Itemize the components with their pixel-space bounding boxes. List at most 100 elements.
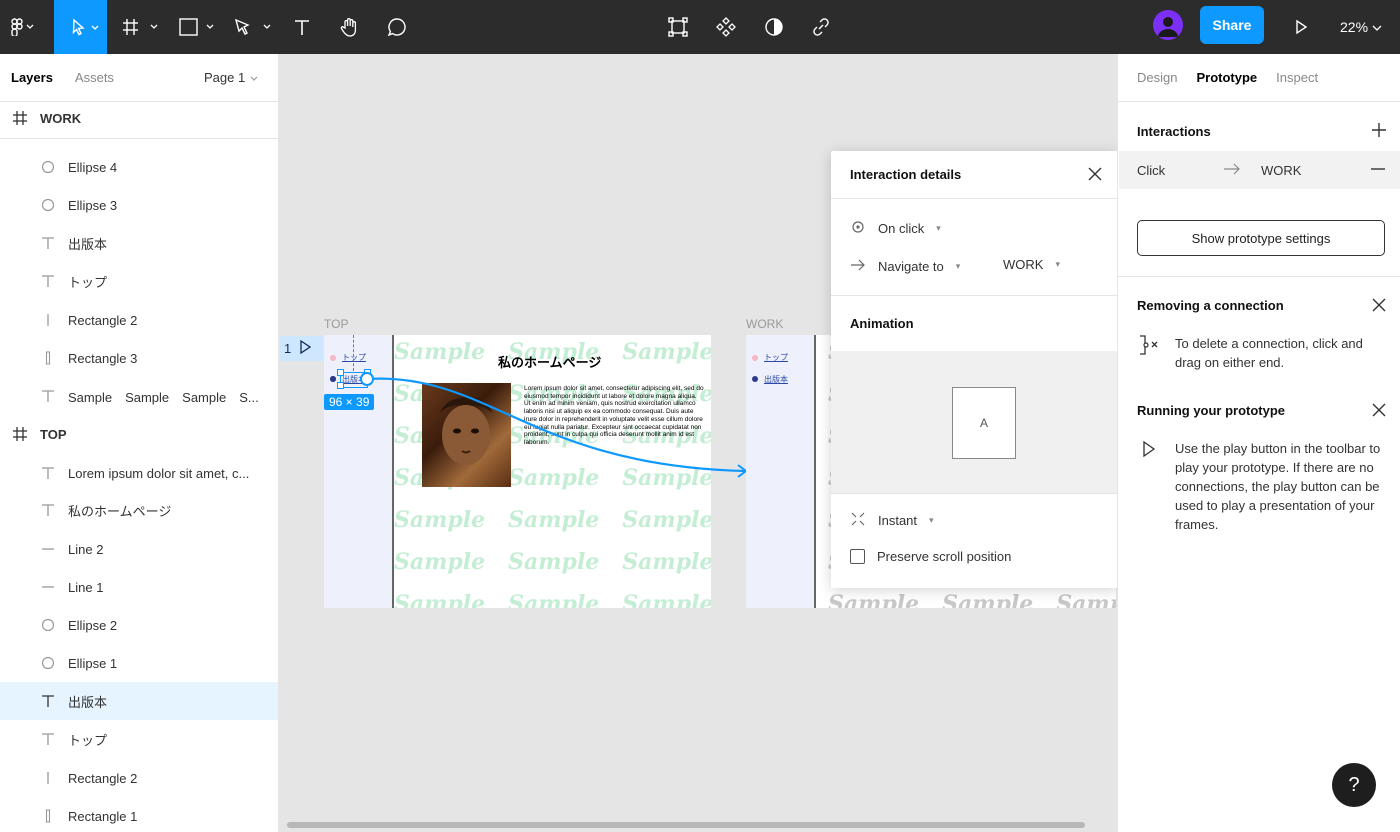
text-icon	[40, 502, 56, 518]
tab-layers[interactable]: Layers	[11, 70, 53, 85]
user-avatar[interactable]	[1153, 10, 1183, 40]
layer-label: Lorem ipsum dolor sit amet, c...	[68, 465, 250, 481]
layer-item[interactable]: トップ	[0, 720, 278, 758]
layer-label: Rectangle 1	[68, 808, 138, 824]
component-icon	[715, 16, 737, 38]
preserve-scroll-label: Preserve scroll position	[877, 549, 1012, 564]
mask-button[interactable]	[759, 0, 789, 54]
layer-item[interactable]: トップ	[0, 262, 278, 300]
hand-tool-button[interactable]	[336, 0, 364, 54]
layer-item[interactable]: 出版本	[0, 682, 278, 720]
layer-item[interactable]: Rectangle 2	[0, 301, 278, 339]
frame-icon	[12, 426, 28, 442]
zoom-selector[interactable]: 22%	[1340, 0, 1382, 54]
move-tool-button[interactable]	[54, 0, 107, 54]
layer-item[interactable]: Ellipse 1	[0, 644, 278, 682]
destination-select[interactable]: WORK ▾	[1003, 257, 1060, 272]
text-icon	[40, 235, 56, 251]
divider	[0, 138, 278, 139]
layer-label: トップ	[68, 274, 108, 290]
removing-connection-text: To delete a connection, click and drag o…	[1175, 336, 1363, 370]
help-button[interactable]: ?	[1332, 763, 1376, 807]
comment-tool-button[interactable]	[383, 0, 411, 54]
animation-title: Animation	[850, 316, 914, 331]
text-icon	[40, 273, 56, 289]
link-icon	[810, 16, 832, 38]
rectangle-divider	[814, 335, 816, 608]
animation-preview: A	[831, 351, 1118, 493]
trigger-label: On click	[878, 221, 925, 236]
link-button[interactable]	[806, 0, 836, 54]
text-tool-icon	[292, 17, 312, 37]
frame-tool-button[interactable]	[117, 0, 162, 54]
close-icon[interactable]	[1372, 298, 1386, 315]
removing-connection-title: Removing a connection	[1137, 298, 1284, 313]
pen-tool-button[interactable]	[226, 0, 274, 54]
divider	[831, 493, 1118, 494]
shape-tool-button[interactable]	[170, 0, 218, 54]
ellipse-icon	[40, 655, 56, 671]
layer-item[interactable]: Line 1	[0, 568, 278, 606]
show-prototype-settings-button[interactable]: Show prototype settings	[1137, 220, 1385, 256]
action-label: Navigate to	[878, 259, 944, 274]
pen-icon	[225, 17, 275, 37]
close-icon[interactable]	[1372, 403, 1386, 420]
rectangle-vertical-icon	[40, 808, 56, 824]
layer-item[interactable]: Line 2	[0, 530, 278, 568]
layer-item[interactable]: 私のホームページ	[0, 491, 278, 529]
transform-frame-icon	[667, 16, 689, 38]
layer-label: Ellipse 3	[68, 197, 118, 213]
layer-item[interactable]: Sample Sample Sample S...	[0, 377, 278, 415]
layer-item[interactable]: Rectangle 2	[0, 759, 278, 797]
tab-assets[interactable]: Assets	[75, 70, 114, 85]
layer-item[interactable]: Ellipse 3	[0, 186, 278, 224]
zoom-level: 22%	[1340, 19, 1369, 35]
horizontal-scrollbar[interactable]	[287, 822, 1085, 828]
ellipse-pink	[752, 355, 758, 361]
tab-design[interactable]: Design	[1137, 70, 1177, 85]
right-panel-tabs: Design Prototype Inspect	[1118, 54, 1400, 102]
tab-prototype[interactable]: Prototype	[1196, 70, 1257, 85]
layer-item[interactable]: Ellipse 2	[0, 606, 278, 644]
layer-item[interactable]: 出版本	[0, 224, 278, 262]
chevron-down-icon: ▾	[936, 223, 941, 233]
rectangle-tool-icon	[170, 17, 218, 37]
close-icon[interactable]	[1088, 167, 1102, 184]
layer-item[interactable]: WORK	[0, 99, 278, 137]
layer-item[interactable]: Rectangle 1	[0, 797, 278, 832]
comment-icon	[386, 16, 408, 38]
properties-panel: Design Prototype Inspect Interactions Cl…	[1117, 54, 1400, 832]
preserve-scroll-row[interactable]: Preserve scroll position	[850, 549, 1011, 564]
layer-item[interactable]: TOP	[0, 415, 278, 453]
preserve-scroll-checkbox[interactable]	[850, 549, 865, 564]
component-button[interactable]	[711, 0, 741, 54]
layer-label: Sample Sample Sample S...	[68, 389, 259, 405]
present-button[interactable]	[1287, 0, 1315, 54]
transition-select[interactable]: Instant ▾	[850, 511, 934, 530]
layer-item[interactable]: Rectangle 3	[0, 339, 278, 377]
frame-tool-icon	[118, 17, 162, 37]
remove-interaction-icon[interactable]	[1371, 162, 1385, 179]
text-tool-button[interactable]	[288, 0, 316, 54]
line-icon	[40, 579, 56, 595]
add-interaction-icon[interactable]	[1372, 123, 1386, 140]
interaction-row[interactable]: Click WORK	[1119, 151, 1400, 189]
line-vertical-icon	[40, 770, 56, 786]
figma-menu-button[interactable]	[0, 0, 46, 54]
layer-label: WORK	[40, 110, 82, 126]
layer-label: 出版本	[68, 694, 108, 710]
trigger-select[interactable]: On click ▾	[850, 219, 941, 238]
instant-transition-icon	[850, 511, 866, 530]
ellipse-icon	[40, 197, 56, 213]
interactions-title: Interactions	[1137, 124, 1211, 139]
tab-inspect[interactable]: Inspect	[1276, 70, 1318, 85]
layer-item[interactable]: Ellipse 4	[0, 148, 278, 186]
layer-item[interactable]: Lorem ipsum dolor sit amet, c...	[0, 454, 278, 492]
layer-label: トップ	[68, 732, 108, 748]
remove-connection-icon	[1137, 334, 1163, 359]
share-button[interactable]: Share	[1200, 6, 1264, 44]
boolean-frame-button[interactable]	[663, 0, 693, 54]
page-selector[interactable]: Page 1	[204, 70, 258, 85]
action-select[interactable]: Navigate to ▾	[850, 257, 960, 276]
frame-label-work[interactable]: WORK	[746, 317, 783, 331]
